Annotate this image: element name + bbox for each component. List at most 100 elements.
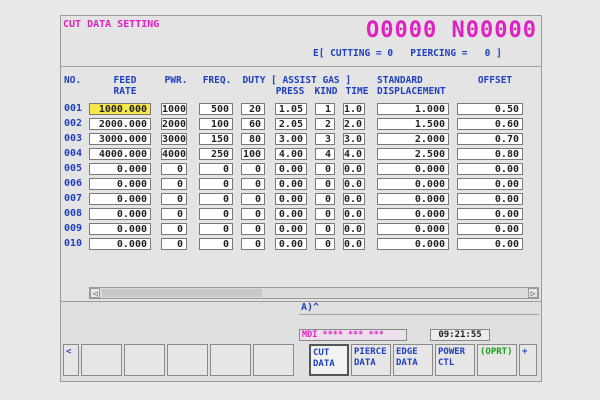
cell-time[interactable]: 4.0 [343,148,365,160]
cell-feed[interactable]: 2000.000 [89,118,151,130]
cell-freq[interactable]: 0 [199,238,233,250]
cell-offset[interactable]: 0.50 [457,103,523,115]
cell-disp[interactable]: 0.000 [377,223,449,235]
cell-time[interactable]: 0.0 [343,223,365,235]
cell-freq[interactable]: 0 [199,178,233,190]
softkey-power-ctl[interactable]: POWER CTL [435,344,475,376]
cell-duty[interactable]: 20 [241,103,265,115]
cell-time[interactable]: 2.0 [343,118,365,130]
cell-freq[interactable]: 0 [199,163,233,175]
softkey-blank-2[interactable] [124,344,165,376]
softkey-next[interactable]: + [519,344,537,376]
scroll-right-icon[interactable]: ▷ [528,288,538,298]
cell-duty[interactable]: 80 [241,133,265,145]
cell-time[interactable]: 0.0 [343,163,365,175]
cell-pwr[interactable]: 0 [161,178,187,190]
cell-kind[interactable]: 3 [315,133,335,145]
cell-kind[interactable]: 0 [315,208,335,220]
cell-freq[interactable]: 0 [199,223,233,235]
cell-pwr[interactable]: 0 [161,163,187,175]
softkey-oprt[interactable]: (OPRT) [477,344,517,376]
cell-press[interactable]: 0.00 [275,208,307,220]
input-prompt[interactable]: A)^ [301,302,319,313]
cell-feed[interactable]: 0.000 [89,238,151,250]
cell-pwr[interactable]: 0 [161,193,187,205]
cell-freq[interactable]: 500 [199,103,233,115]
cell-press[interactable]: 0.00 [275,223,307,235]
softkey-blank-4[interactable] [210,344,251,376]
cell-pwr[interactable]: 2000 [161,118,187,130]
softkey-blank-5[interactable] [253,344,294,376]
cell-kind[interactable]: 0 [315,178,335,190]
cell-freq[interactable]: 0 [199,193,233,205]
cell-feed[interactable]: 0.000 [89,178,151,190]
cell-disp[interactable]: 2.000 [377,133,449,145]
cell-disp[interactable]: 0.000 [377,208,449,220]
cell-disp[interactable]: 1.500 [377,118,449,130]
cell-press[interactable]: 1.05 [275,103,307,115]
cell-feed[interactable]: 0.000 [89,223,151,235]
cell-feed[interactable]: 0.000 [89,193,151,205]
softkey-edge-data[interactable]: EDGE DATA [393,344,433,376]
cell-press[interactable]: 0.00 [275,178,307,190]
softkey-cut-data[interactable]: CUT DATA [309,344,349,376]
cell-kind[interactable]: 0 [315,223,335,235]
cell-press[interactable]: 0.00 [275,163,307,175]
cell-time[interactable]: 1.0 [343,103,365,115]
cell-kind[interactable]: 1 [315,103,335,115]
cell-offset[interactable]: 0.70 [457,133,523,145]
cell-kind[interactable]: 0 [315,238,335,250]
cell-freq[interactable]: 150 [199,133,233,145]
softkey-pierce-data[interactable]: PIERCE DATA [351,344,391,376]
cell-disp[interactable]: 0.000 [377,193,449,205]
scroll-left-icon[interactable]: ◁ [90,288,100,298]
cell-feed[interactable]: 0.000 [89,208,151,220]
horizontal-scrollbar[interactable]: ◁ ▷ [89,287,539,299]
cell-duty[interactable]: 0 [241,208,265,220]
cell-offset[interactable]: 0.00 [457,208,523,220]
cell-duty[interactable]: 100 [241,148,265,160]
cell-pwr[interactable]: 1000 [161,103,187,115]
cell-press[interactable]: 0.00 [275,238,307,250]
cell-press[interactable]: 4.00 [275,148,307,160]
cell-offset[interactable]: 0.00 [457,193,523,205]
cell-feed[interactable]: 1000.000 [89,103,151,115]
cell-duty[interactable]: 0 [241,178,265,190]
cell-disp[interactable]: 0.000 [377,178,449,190]
cell-pwr[interactable]: 0 [161,208,187,220]
cell-kind[interactable]: 4 [315,148,335,160]
softkey-blank-1[interactable] [81,344,122,376]
cell-duty[interactable]: 0 [241,163,265,175]
cell-time[interactable]: 0.0 [343,178,365,190]
cell-duty[interactable]: 0 [241,223,265,235]
cell-disp[interactable]: 2.500 [377,148,449,160]
cell-kind[interactable]: 2 [315,118,335,130]
cell-duty[interactable]: 60 [241,118,265,130]
cell-time[interactable]: 0.0 [343,238,365,250]
cell-time[interactable]: 3.0 [343,133,365,145]
cell-feed[interactable]: 4000.000 [89,148,151,160]
softkey-left-arrow[interactable]: < [63,344,79,376]
scrollbar-thumb[interactable] [102,289,262,297]
softkey-blank-3[interactable] [167,344,208,376]
cell-press[interactable]: 2.05 [275,118,307,130]
cell-pwr[interactable]: 0 [161,238,187,250]
cell-feed[interactable]: 3000.000 [89,133,151,145]
cell-pwr[interactable]: 0 [161,223,187,235]
cell-kind[interactable]: 0 [315,193,335,205]
cell-press[interactable]: 0.00 [275,193,307,205]
cell-offset[interactable]: 0.00 [457,223,523,235]
cell-kind[interactable]: 0 [315,163,335,175]
cell-feed[interactable]: 0.000 [89,163,151,175]
cell-disp[interactable]: 1.000 [377,103,449,115]
cell-offset[interactable]: 0.00 [457,238,523,250]
cell-disp[interactable]: 0.000 [377,163,449,175]
cell-time[interactable]: 0.0 [343,193,365,205]
cell-pwr[interactable]: 4000 [161,148,187,160]
cell-pwr[interactable]: 3000 [161,133,187,145]
cell-offset[interactable]: 0.00 [457,178,523,190]
cell-time[interactable]: 0.0 [343,208,365,220]
cell-press[interactable]: 3.00 [275,133,307,145]
cell-offset[interactable]: 0.80 [457,148,523,160]
cell-duty[interactable]: 0 [241,238,265,250]
